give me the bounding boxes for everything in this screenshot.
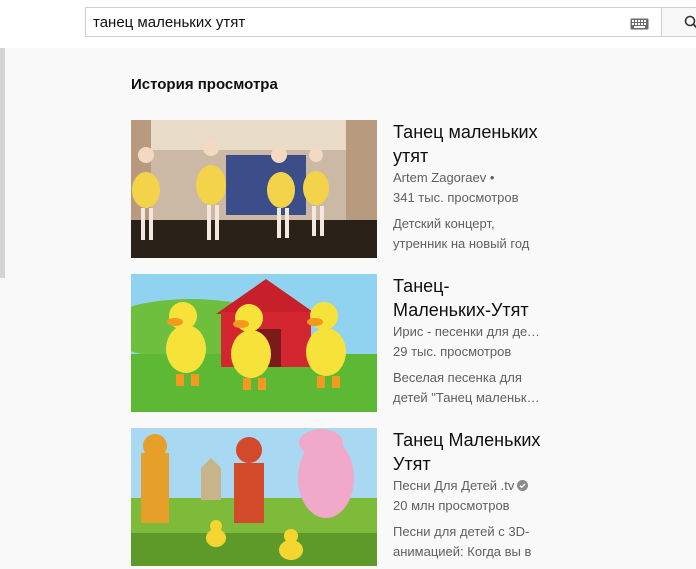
video-title[interactable]: Танец Маленьких Утят — [393, 428, 543, 476]
video-item[interactable]: Танец-Маленьких-Утят Ирис - песенки для … — [131, 274, 551, 414]
video-meta: Танец маленьких утят Artem Zagoraev • 34… — [393, 120, 543, 254]
video-thumbnail[interactable] — [131, 120, 377, 258]
video-description: Детский концерт, утренник на новый год — [393, 216, 530, 251]
video-thumbnail[interactable] — [131, 428, 377, 566]
scrollbar[interactable] — [0, 48, 5, 278]
search-box[interactable] — [85, 7, 661, 37]
channel-name[interactable]: Песни Для Детей .tv — [393, 478, 514, 493]
video-meta: Танец-Маленьких-Утят Ирис - песенки для … — [393, 274, 543, 408]
view-count: 341 тыс. просмотров — [393, 190, 519, 205]
video-title[interactable]: Танец маленьких утят — [393, 120, 543, 168]
video-description: Песни для детей с 3D-анимацией: Когда вы… — [393, 524, 532, 559]
video-title[interactable]: Танец-Маленьких-Утят — [393, 274, 543, 322]
verified-icon — [517, 477, 529, 491]
channel-name[interactable]: Artem Zagoraev • — [393, 168, 543, 188]
video-description: Веселая песенка для детей "Танец маленьк… — [393, 370, 541, 405]
video-item[interactable]: Танец Маленьких Утят Песни Для Детей .tv… — [131, 428, 551, 568]
section-title: История просмотра — [131, 76, 278, 93]
top-bar — [0, 0, 696, 48]
video-meta: Танец Маленьких Утят Песни Для Детей .tv… — [393, 428, 543, 562]
video-thumbnail[interactable] — [131, 274, 377, 412]
search-button[interactable] — [661, 7, 696, 37]
channel-row[interactable]: Песни Для Детей .tv — [393, 476, 543, 496]
view-count: 29 тыс. просмотров — [393, 344, 512, 359]
video-item[interactable]: Танец маленьких утят Artem Zagoraev • 34… — [131, 120, 551, 260]
search-icon — [684, 15, 696, 29]
keyboard-icon[interactable] — [630, 17, 649, 30]
view-count: 20 млн просмотров — [393, 498, 510, 513]
search-input[interactable] — [93, 9, 613, 35]
channel-name[interactable]: Ирис - песенки для детей — [393, 322, 543, 342]
